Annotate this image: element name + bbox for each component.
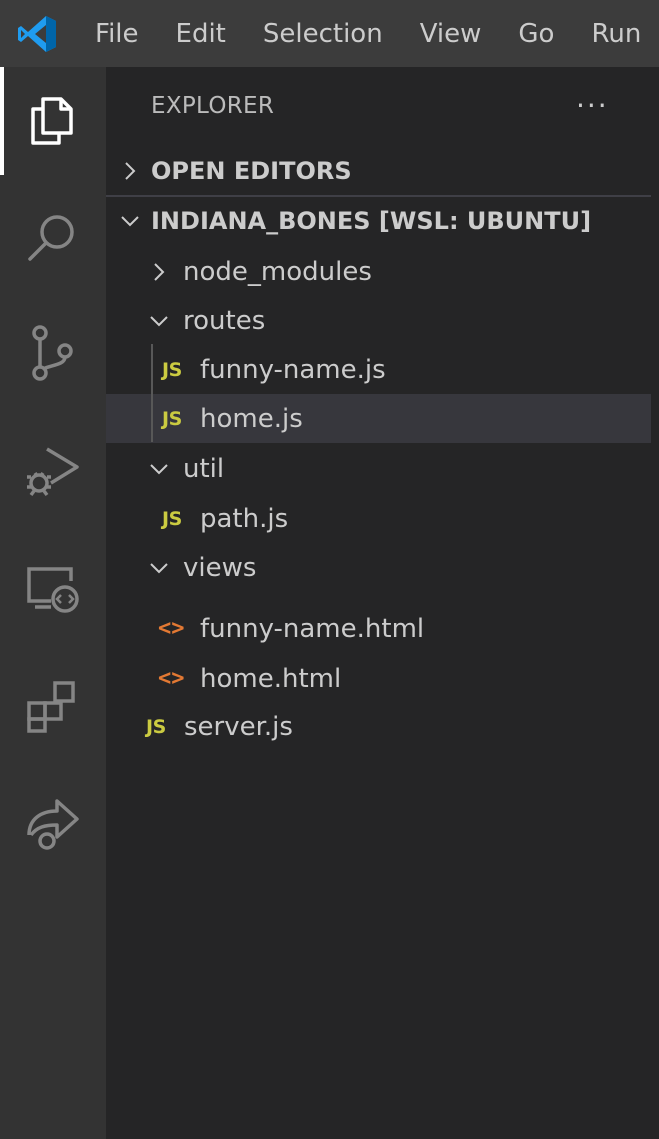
tree-file-home-js[interactable]: JS home.js [106, 394, 651, 443]
title-bar: File Edit Selection View Go Run [0, 0, 659, 67]
menu-edit[interactable]: Edit [176, 19, 226, 49]
search-icon[interactable] [21, 207, 83, 269]
tree-item-label: node_modules [183, 256, 372, 287]
tree-file-path-js[interactable]: JS path.js [106, 494, 651, 543]
tree-item-label: server.js [184, 711, 293, 742]
tree-folder-node-modules[interactable]: node_modules [106, 247, 651, 296]
tree-folder-views[interactable]: views [106, 543, 651, 592]
menu-go[interactable]: Go [518, 19, 554, 49]
more-actions-icon[interactable]: ··· [576, 89, 609, 122]
chevron-down-icon [148, 457, 170, 479]
chevron-right-icon [148, 260, 170, 282]
explorer-icon[interactable] [21, 89, 83, 151]
activity-bar [0, 67, 106, 1139]
explorer-sidebar: EXPLORER ··· OPEN EDITORS INDIANA_BONES … [106, 67, 659, 1139]
js-file-icon: JS [162, 407, 182, 430]
open-editors-section[interactable]: OPEN EDITORS [106, 147, 651, 195]
tree-file-funny-name-html[interactable]: <> funny-name.html [106, 604, 651, 653]
tree-item-label: views [183, 552, 257, 583]
workspace-label: INDIANA_BONES [WSL: UBUNTU] [151, 207, 592, 235]
menu-file[interactable]: File [95, 19, 139, 49]
extensions-icon[interactable] [21, 675, 83, 737]
tree-folder-util[interactable]: util [106, 444, 651, 493]
tree-item-label: home.js [200, 403, 303, 434]
js-file-icon: JS [162, 507, 182, 530]
remote-explorer-icon[interactable] [21, 557, 83, 619]
tree-item-label: funny-name.js [200, 354, 386, 385]
chevron-down-icon [119, 210, 141, 232]
source-control-icon[interactable] [21, 321, 83, 383]
menu-view[interactable]: View [420, 19, 482, 49]
tree-file-home-html[interactable]: <> home.html [106, 654, 651, 703]
chevron-down-icon [148, 309, 170, 331]
open-editors-label: OPEN EDITORS [151, 157, 352, 185]
tree-file-funny-name-js[interactable]: JS funny-name.js [106, 345, 651, 394]
tree-item-label: util [183, 453, 225, 484]
tree-folder-routes[interactable]: routes [106, 296, 651, 345]
js-file-icon: JS [162, 358, 182, 381]
menu-selection[interactable]: Selection [263, 19, 383, 49]
tree-item-label: home.html [200, 663, 342, 694]
vscode-logo-icon [16, 13, 58, 55]
tree-item-label: routes [183, 305, 266, 336]
menu-bar: File Edit Selection View Go Run [95, 0, 641, 67]
explorer-title: EXPLORER [151, 93, 275, 119]
live-share-icon[interactable] [21, 793, 83, 855]
workspace-section[interactable]: INDIANA_BONES [WSL: UBUNTU] [106, 197, 651, 245]
run-debug-icon[interactable] [21, 439, 83, 501]
active-indicator [0, 67, 4, 175]
indent-guide [151, 344, 153, 442]
tree-file-server-js[interactable]: JS server.js [106, 702, 651, 751]
chevron-down-icon [148, 556, 170, 578]
chevron-right-icon [119, 160, 141, 182]
html-file-icon: <> [158, 616, 185, 641]
html-file-icon: <> [158, 666, 185, 691]
tree-item-label: funny-name.html [200, 613, 425, 644]
tree-item-label: path.js [200, 503, 289, 534]
js-file-icon: JS [146, 715, 166, 738]
menu-run[interactable]: Run [591, 19, 641, 49]
